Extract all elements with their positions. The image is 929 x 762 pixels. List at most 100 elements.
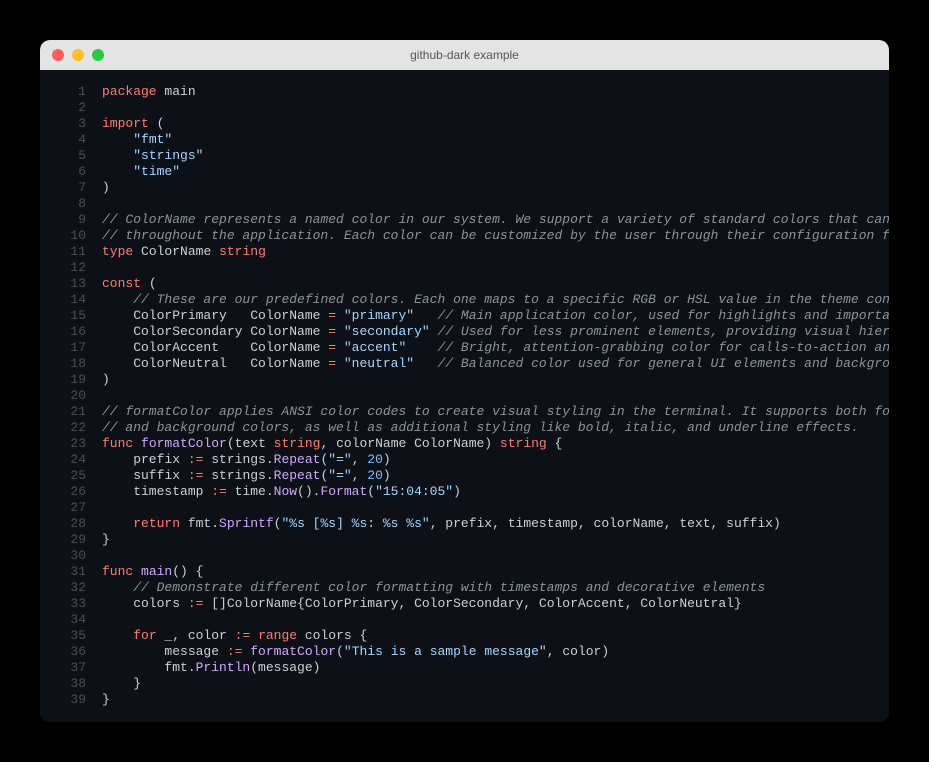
code-line: 18 ColorNeutral ColorName = "neutral" //… xyxy=(40,356,889,372)
line-number: 30 xyxy=(40,548,102,564)
line-number: 36 xyxy=(40,644,102,660)
line-number: 28 xyxy=(40,516,102,532)
line-content: ) xyxy=(102,372,889,388)
code-line: 26 timestamp := time.Now().Format("15:04… xyxy=(40,484,889,500)
window-title: github-dark example xyxy=(410,48,519,62)
code-line: 13const ( xyxy=(40,276,889,292)
code-line: 19) xyxy=(40,372,889,388)
minimize-icon[interactable] xyxy=(72,49,84,61)
line-content: const ( xyxy=(102,276,889,292)
line-content: package main xyxy=(102,84,889,100)
line-number: 37 xyxy=(40,660,102,676)
line-content: message := formatColor("This is a sample… xyxy=(102,644,889,660)
line-content: fmt.Println(message) xyxy=(102,660,889,676)
line-content: // Demonstrate different color formattin… xyxy=(102,580,889,596)
line-number: 38 xyxy=(40,676,102,692)
line-content: // These are our predefined colors. Each… xyxy=(102,292,889,308)
line-number: 7 xyxy=(40,180,102,196)
line-content: "strings" xyxy=(102,148,889,164)
code-line: 2 xyxy=(40,100,889,116)
line-number: 27 xyxy=(40,500,102,516)
line-number: 22 xyxy=(40,420,102,436)
line-number: 11 xyxy=(40,244,102,260)
code-line: 12 xyxy=(40,260,889,276)
line-number: 15 xyxy=(40,308,102,324)
code-line: 9// ColorName represents a named color i… xyxy=(40,212,889,228)
line-content xyxy=(102,196,889,212)
line-number: 39 xyxy=(40,692,102,708)
code-line: 7) xyxy=(40,180,889,196)
line-number: 21 xyxy=(40,404,102,420)
code-line: 8 xyxy=(40,196,889,212)
line-number: 1 xyxy=(40,84,102,100)
code-line: 32 // Demonstrate different color format… xyxy=(40,580,889,596)
line-content: ColorPrimary ColorName = "primary" // Ma… xyxy=(102,308,889,324)
line-content: "fmt" xyxy=(102,132,889,148)
line-content: import ( xyxy=(102,116,889,132)
code-line: 5 "strings" xyxy=(40,148,889,164)
line-content: type ColorName string xyxy=(102,244,889,260)
code-line: 4 "fmt" xyxy=(40,132,889,148)
line-content xyxy=(102,260,889,276)
line-content: ColorNeutral ColorName = "neutral" // Ba… xyxy=(102,356,889,372)
line-content xyxy=(102,612,889,628)
editor-window: github-dark example 1package main23impor… xyxy=(40,40,889,722)
line-number: 35 xyxy=(40,628,102,644)
line-number: 12 xyxy=(40,260,102,276)
code-line: 1package main xyxy=(40,84,889,100)
code-line: 38 } xyxy=(40,676,889,692)
line-number: 6 xyxy=(40,164,102,180)
line-number: 23 xyxy=(40,436,102,452)
code-line: 25 suffix := strings.Repeat("=", 20) xyxy=(40,468,889,484)
line-content: "time" xyxy=(102,164,889,180)
maximize-icon[interactable] xyxy=(92,49,104,61)
line-content: suffix := strings.Repeat("=", 20) xyxy=(102,468,889,484)
line-content xyxy=(102,100,889,116)
line-number: 33 xyxy=(40,596,102,612)
code-line: 35 for _, color := range colors { xyxy=(40,628,889,644)
line-number: 13 xyxy=(40,276,102,292)
code-line: 23func formatColor(text string, colorNam… xyxy=(40,436,889,452)
line-content: ) xyxy=(102,180,889,196)
code-line: 6 "time" xyxy=(40,164,889,180)
line-content: } xyxy=(102,532,889,548)
code-line: 16 ColorSecondary ColorName = "secondary… xyxy=(40,324,889,340)
code-line: 22// and background colors, as well as a… xyxy=(40,420,889,436)
code-line: 37 fmt.Println(message) xyxy=(40,660,889,676)
line-content: func formatColor(text string, colorName … xyxy=(102,436,889,452)
line-number: 8 xyxy=(40,196,102,212)
code-line: 28 return fmt.Sprintf("%s [%s] %s: %s %s… xyxy=(40,516,889,532)
code-line: 10// throughout the application. Each co… xyxy=(40,228,889,244)
code-line: 33 colors := []ColorName{ColorPrimary, C… xyxy=(40,596,889,612)
line-number: 18 xyxy=(40,356,102,372)
line-number: 4 xyxy=(40,132,102,148)
line-content: } xyxy=(102,692,889,708)
line-content: // throughout the application. Each colo… xyxy=(102,228,889,244)
code-editor[interactable]: 1package main23import (4 "fmt"5 "strings… xyxy=(40,70,889,722)
line-number: 10 xyxy=(40,228,102,244)
line-number: 17 xyxy=(40,340,102,356)
code-line: 15 ColorPrimary ColorName = "primary" //… xyxy=(40,308,889,324)
line-content xyxy=(102,388,889,404)
code-line: 3import ( xyxy=(40,116,889,132)
code-line: 21// formatColor applies ANSI color code… xyxy=(40,404,889,420)
code-line: 11type ColorName string xyxy=(40,244,889,260)
line-content: ColorAccent ColorName = "accent" // Brig… xyxy=(102,340,889,356)
line-content: colors := []ColorName{ColorPrimary, Colo… xyxy=(102,596,889,612)
line-number: 16 xyxy=(40,324,102,340)
code-line: 20 xyxy=(40,388,889,404)
line-content: timestamp := time.Now().Format("15:04:05… xyxy=(102,484,889,500)
line-content: } xyxy=(102,676,889,692)
code-line: 24 prefix := strings.Repeat("=", 20) xyxy=(40,452,889,468)
line-content: for _, color := range colors { xyxy=(102,628,889,644)
line-number: 3 xyxy=(40,116,102,132)
line-number: 9 xyxy=(40,212,102,228)
line-number: 26 xyxy=(40,484,102,500)
line-number: 20 xyxy=(40,388,102,404)
line-content: // and background colors, as well as add… xyxy=(102,420,889,436)
code-line: 27 xyxy=(40,500,889,516)
line-number: 24 xyxy=(40,452,102,468)
line-content: return fmt.Sprintf("%s [%s] %s: %s %s", … xyxy=(102,516,889,532)
close-icon[interactable] xyxy=(52,49,64,61)
line-number: 29 xyxy=(40,532,102,548)
